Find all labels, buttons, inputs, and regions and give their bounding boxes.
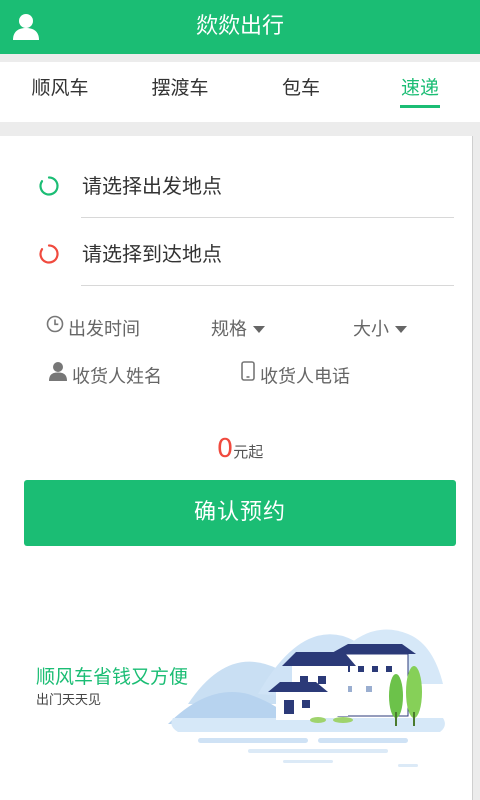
departure-row[interactable]: 请选择出发地点 <box>38 150 454 218</box>
spec-label: 规格 <box>211 319 247 340</box>
size-select[interactable]: 大小 <box>353 316 407 344</box>
person-icon <box>48 361 68 390</box>
price-display: 0元起 <box>0 432 480 466</box>
dropdown-arrow-icon <box>395 325 407 333</box>
departure-placeholder: 请选择出发地点 <box>82 174 222 198</box>
receiver-phone-field[interactable]: 收货人电话 <box>240 361 350 391</box>
tab-label: 速递 <box>400 77 439 99</box>
promo-subtitle: 出门天天见 <box>36 693 102 708</box>
tab-label: 顺风车 <box>31 77 89 99</box>
promo-banner: 顺风车省钱又方便 出门天天见 <box>0 600 480 800</box>
phone-icon <box>240 361 256 390</box>
active-tab-indicator <box>400 105 440 108</box>
arrival-icon <box>38 243 60 265</box>
receiver-phone-placeholder: 收货人电话 <box>260 366 350 388</box>
village-illustration <box>168 614 448 778</box>
service-tabs: 顺风车 摆渡车 包车 速递 <box>0 62 480 122</box>
dropdown-arrow-icon <box>253 325 265 333</box>
confirm-booking-button[interactable]: 确认预约 <box>24 480 456 546</box>
app-header: 欻欻出行 <box>0 0 480 54</box>
clock-icon <box>46 314 64 342</box>
tab-shunfengche[interactable]: 顺风车 <box>22 62 98 122</box>
header-divider <box>0 54 480 62</box>
promo-slogan: 顺风车省钱又方便 <box>36 666 189 688</box>
spec-select[interactable]: 规格 <box>211 316 265 344</box>
receiver-name-placeholder: 收货人姓名 <box>72 366 162 388</box>
tab-label: 摆渡车 <box>151 77 209 99</box>
tab-sudi[interactable]: 速递 <box>400 62 440 122</box>
arrival-row[interactable]: 请选择到达地点 <box>38 218 454 286</box>
departure-icon <box>38 175 60 197</box>
arrival-placeholder: 请选择到达地点 <box>82 242 222 266</box>
receiver-name-field[interactable]: 收货人姓名 <box>48 361 162 391</box>
app-title: 欻欻出行 <box>195 14 284 39</box>
tab-baoche[interactable]: 包车 <box>272 62 330 122</box>
tab-label: 包车 <box>281 77 320 99</box>
price-amount: 0 <box>216 434 234 464</box>
departure-time-label: 出发时间 <box>68 319 140 340</box>
tab-baiduche[interactable]: 摆渡车 <box>142 62 218 122</box>
arrival-divider <box>81 285 454 286</box>
section-divider <box>0 122 480 136</box>
price-unit: 元起 <box>233 443 264 461</box>
size-label: 大小 <box>353 319 389 340</box>
departure-time-select[interactable]: 出发时间 <box>46 314 140 344</box>
